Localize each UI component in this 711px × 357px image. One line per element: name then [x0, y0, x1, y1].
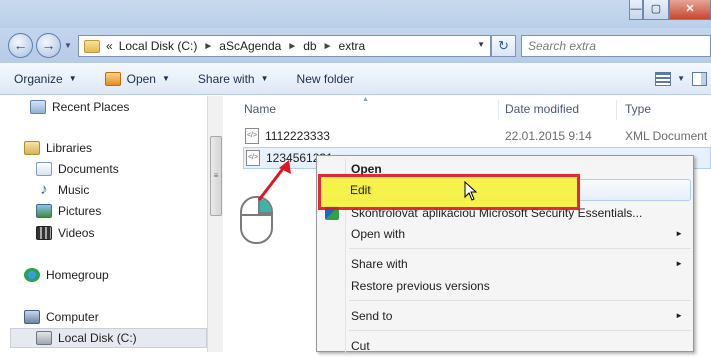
forward-button[interactable]: → [36, 33, 61, 58]
menu-item-label: Share with [351, 257, 408, 271]
documents-icon [36, 162, 52, 176]
breadcrumb-separator-icon[interactable]: ► [287, 41, 297, 52]
menu-item-label: Open with [351, 227, 406, 241]
libraries-icon [24, 141, 40, 155]
share-with-button[interactable]: Share with ▼ [184, 63, 283, 95]
minimize-button[interactable]: — [629, 0, 643, 20]
music-icon: ♪ [40, 181, 48, 198]
open-button[interactable]: Open ▼ [91, 63, 184, 95]
change-view-icon[interactable] [655, 72, 671, 86]
column-header-type[interactable]: Type [617, 96, 651, 122]
organize-label: Organize [14, 71, 63, 86]
nav-item-homegroup[interactable]: Homegroup [24, 264, 109, 286]
menu-item-label: Send to [351, 309, 393, 323]
nav-item-pictures[interactable]: Pictures [36, 200, 101, 222]
nav-item-music[interactable]: ♪ Music [36, 179, 89, 201]
nav-item-label: Local Disk (C:) [58, 331, 137, 345]
annotation-arrow-icon [257, 160, 291, 201]
breadcrumb: « Local Disk (C:) ► aScAgenda ► db ► ext… [106, 39, 365, 53]
chevron-down-icon: ▼ [161, 73, 170, 83]
nav-item-videos[interactable]: Videos [36, 222, 94, 244]
submenu-arrow-icon: ► [675, 311, 683, 320]
menu-item-cut[interactable]: Cut [319, 335, 691, 357]
new-folder-label: New folder [296, 71, 354, 86]
breadcrumb-separator-icon[interactable]: ► [203, 41, 213, 52]
breadcrumb-separator-icon[interactable]: ► [323, 41, 333, 52]
navigation-pane: Recent Places Libraries Documents ♪ Musi… [0, 96, 223, 352]
chevron-down-icon: ▼ [260, 73, 269, 83]
nav-item-label: Videos [58, 226, 95, 240]
nav-item-documents[interactable]: Documents [36, 158, 119, 180]
window-controls: — ▢ ✕ [629, 0, 711, 20]
mouse-divider [242, 214, 271, 216]
breadcrumb-local-disk[interactable]: Local Disk (C:) [119, 39, 198, 53]
nav-item-label: Homegroup [46, 268, 109, 282]
folder-icon [84, 39, 100, 53]
nav-scrollbar-thumb[interactable]: ≡ [210, 136, 222, 216]
share-with-label: Share with [197, 71, 255, 86]
nav-item-recent-places[interactable]: Recent Places [30, 96, 129, 118]
mouse-cursor-icon [464, 181, 478, 201]
homegroup-icon [24, 268, 40, 282]
computer-icon [24, 310, 40, 324]
search-input[interactable]: Search extra [521, 35, 711, 57]
menu-item-open-with[interactable]: Open with ► [319, 223, 691, 245]
address-dropdown-icon[interactable]: ▼ [477, 40, 485, 49]
breadcrumb-db[interactable]: db [303, 39, 316, 53]
file-name: 1112223333 [265, 129, 330, 143]
menu-item-edit-highlighted-label: Edit [350, 183, 371, 197]
column-header-name[interactable]: Name [236, 96, 276, 122]
maximize-button[interactable]: ▢ [643, 0, 669, 20]
column-header-date[interactable]: Date modified [497, 96, 579, 122]
organize-button[interactable]: Organize ▼ [0, 63, 91, 95]
file-row[interactable]: </> 1112223333 22.01.2015 9:14 XML Docum… [243, 125, 711, 147]
nav-item-local-disk[interactable]: Local Disk (C:) [36, 327, 137, 349]
nav-item-label: Music [58, 183, 90, 197]
xml-file-icon: </> [245, 128, 259, 144]
chevron-down-icon: ▼ [68, 73, 77, 83]
menu-separator [349, 248, 691, 249]
pictures-icon [36, 204, 52, 218]
menu-separator [349, 300, 691, 301]
recent-pages-dropdown-icon[interactable]: ▼ [64, 41, 72, 50]
file-date: 22.01.2015 9:14 [505, 129, 592, 143]
back-button[interactable]: ← [8, 33, 33, 58]
menu-item-share-with[interactable]: Share with ► [319, 253, 691, 275]
refresh-button[interactable]: ↻ [491, 35, 516, 57]
menu-item-send-to[interactable]: Send to ► [319, 305, 691, 327]
title-bar: — ▢ ✕ [0, 0, 711, 28]
nav-scrollbar[interactable]: ≡ [207, 96, 223, 352]
nav-item-label: Documents [58, 162, 119, 176]
nav-item-libraries[interactable]: Libraries [24, 137, 92, 159]
close-button[interactable]: ✕ [669, 0, 711, 20]
recent-places-icon [30, 100, 46, 114]
breadcrumb-chevron[interactable]: « [106, 39, 113, 53]
menu-separator [349, 330, 691, 331]
nav-item-computer[interactable]: Computer [24, 306, 99, 328]
breadcrumb-extra[interactable]: extra [339, 39, 366, 53]
videos-icon [36, 226, 52, 240]
nav-item-label: Pictures [58, 204, 102, 218]
preview-pane-icon[interactable] [692, 72, 707, 86]
nav-item-label: Recent Places [52, 100, 130, 114]
submenu-arrow-icon: ► [675, 229, 683, 238]
breadcrumb-ascagenda[interactable]: aScAgenda [219, 39, 281, 53]
menu-item-restore-versions[interactable]: Restore previous versions [319, 275, 691, 297]
sort-arrow-icon: ▲ [362, 96, 369, 103]
open-label: Open [126, 71, 156, 86]
command-bar: Organize ▼ Open ▼ Share with ▼ New folde… [0, 63, 711, 95]
local-disk-icon [36, 331, 52, 345]
open-icon [104, 71, 121, 86]
chevron-down-icon[interactable]: ▼ [677, 74, 685, 83]
file-type: XML Document [625, 129, 708, 143]
nav-item-label: Libraries [46, 141, 93, 155]
nav-item-label: Computer [46, 310, 99, 324]
address-bar[interactable]: « Local Disk (C:) ► aScAgenda ► db ► ext… [78, 35, 491, 57]
address-row: ← → ▼ « Local Disk (C:) ► aScAgenda ► db… [0, 28, 711, 63]
submenu-arrow-icon: ► [675, 259, 683, 268]
new-folder-button[interactable]: New folder [283, 63, 368, 95]
